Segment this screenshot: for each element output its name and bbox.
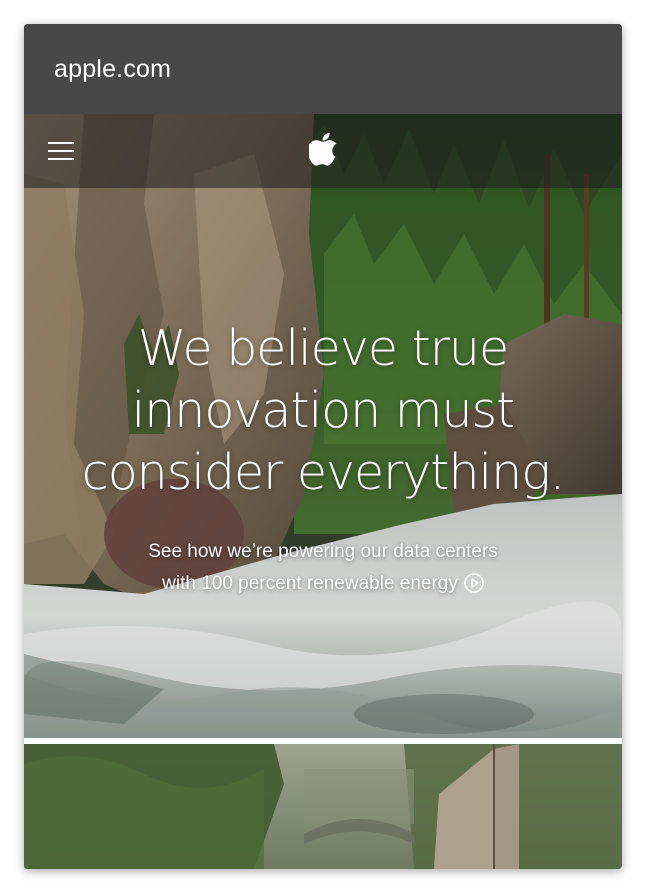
renewable-energy-link[interactable]: with 100 percent renewable energy <box>24 568 622 600</box>
apple-logo-icon[interactable] <box>309 131 339 167</box>
secondary-promo-image[interactable] <box>24 744 622 869</box>
browser-address-bar[interactable]: apple.com <box>24 24 622 114</box>
hamburger-menu-icon[interactable] <box>48 142 74 160</box>
misty-river-image <box>24 744 622 869</box>
play-circle-icon[interactable] <box>464 573 484 593</box>
headline-line: innovation must <box>131 382 516 439</box>
url-text[interactable]: apple.com <box>54 55 171 84</box>
hero-section: We believe true innovation must consider… <box>24 114 622 738</box>
hero-subline: See how we’re powering our data centers … <box>24 536 622 600</box>
headline-line: consider everything. <box>81 444 565 501</box>
hero-headline: We believe true innovation must consider… <box>24 318 622 504</box>
phone-screen: apple.com We believe true innovation mus… <box>24 24 622 869</box>
headline-line: We believe true <box>137 320 509 377</box>
subline-line-1: See how we’re powering our data centers <box>148 541 498 562</box>
site-navigation-bar <box>24 114 622 188</box>
subline-line-2[interactable]: with 100 percent renewable energy <box>162 573 458 594</box>
